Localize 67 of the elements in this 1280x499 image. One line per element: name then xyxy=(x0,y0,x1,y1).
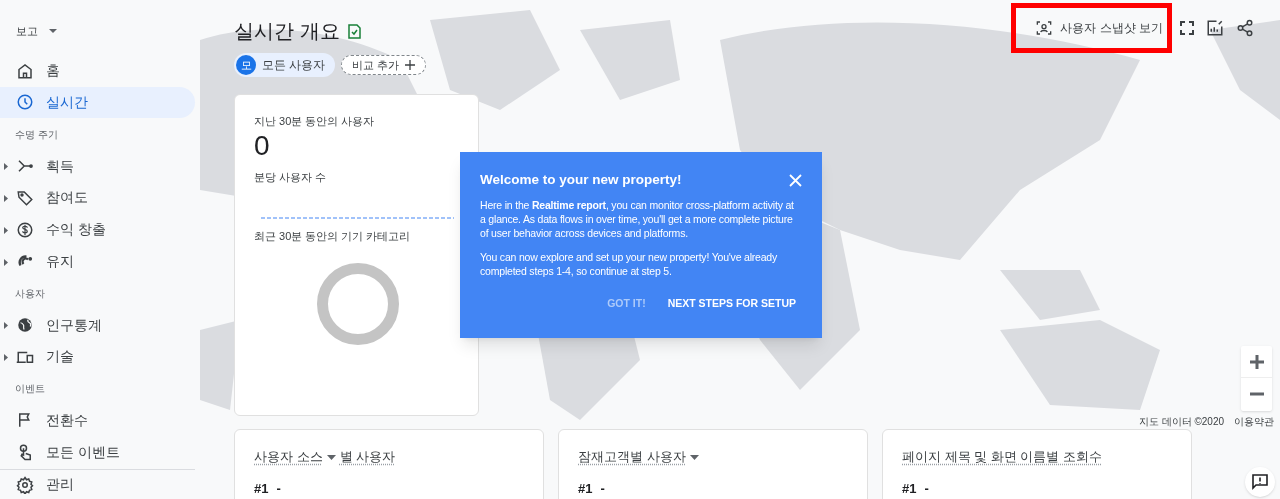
settings-icon xyxy=(16,475,34,494)
per-minute-label: 분당 사용자 수 xyxy=(254,170,328,184)
globe-icon xyxy=(16,316,34,334)
user-snapshot-button[interactable]: 사용자 스냅샷 보기 xyxy=(1034,16,1165,40)
expand-arrow-icon[interactable] xyxy=(4,258,8,266)
zoom-out-icon xyxy=(1249,392,1264,396)
feedback-button[interactable] xyxy=(1245,467,1275,497)
rank-value: - xyxy=(276,480,281,498)
add-comparison-button[interactable]: 비교 추가 xyxy=(341,55,427,75)
nav-item[interactable]: 유지 xyxy=(0,245,195,278)
card-title: 잠재고객별 사용자 xyxy=(578,449,686,465)
users-count: 0 xyxy=(254,130,271,162)
tag-icon xyxy=(16,188,34,207)
dropdown-caret-icon[interactable] xyxy=(48,27,58,34)
map-attribution: 지도 데이터 ©2020 xyxy=(1138,415,1224,429)
card-title: 페이지 제목 및 화면 이름별 조회수 xyxy=(902,449,1103,465)
expand-arrow-icon[interactable] xyxy=(4,322,8,330)
dialog-title: Welcome to your new property! xyxy=(480,171,682,189)
reports-label: 보고 xyxy=(16,23,38,39)
user-frame-icon xyxy=(1036,20,1053,36)
plus-icon xyxy=(405,60,416,70)
users-label: 지난 30분 동안의 사용자 xyxy=(254,114,376,128)
nav-item[interactable]: 전환수 xyxy=(0,404,195,437)
dropdown-caret-icon[interactable] xyxy=(326,454,336,460)
home-icon xyxy=(16,61,34,80)
segment-chip[interactable]: 모 모든 사용자 xyxy=(234,53,336,77)
dialog-paragraph: Here in the Realtime report, you can monitor cross-platform activity at a glance. As data flows in over time, you'll get a more complete picture of user behavior across devices and platforms. xyxy=(480,198,795,240)
zoom-in-icon xyxy=(1249,354,1264,369)
rank-value: - xyxy=(924,480,929,498)
nav-item[interactable]: 수익 창출 xyxy=(0,213,195,246)
device-label: 최근 30분 동안의 기기 카테고리 xyxy=(254,229,412,243)
expand-arrow-icon[interactable] xyxy=(4,163,8,171)
nav-item[interactable]: 인구통계 xyxy=(0,309,195,341)
avatar: 모 xyxy=(236,55,256,75)
section-label: 이벤트 xyxy=(15,382,45,397)
verified-doc-icon xyxy=(347,23,361,39)
next-steps-button[interactable]: NEXT STEPS FOR SETUP xyxy=(667,296,796,312)
nav-item[interactable]: 모든 이벤트 xyxy=(0,436,195,469)
expand-arrow-icon[interactable] xyxy=(4,226,8,234)
rank-label: #1 xyxy=(254,480,269,498)
nav-item[interactable]: 홈 xyxy=(0,54,195,87)
segment-label: 모든 사용자 xyxy=(262,57,326,74)
rank-value: - xyxy=(600,480,605,498)
dialog-paragraph: You can now explore and set up your new property! You've already completed steps 1-4, so continue at step 5. xyxy=(480,250,779,278)
fullscreen-icon[interactable] xyxy=(1180,21,1194,35)
nav-item[interactable]: 관리 xyxy=(0,469,195,499)
dollar-icon xyxy=(16,220,34,239)
close-icon[interactable] xyxy=(789,173,802,187)
feedback-icon xyxy=(1252,474,1268,490)
rank-label: #1 xyxy=(578,480,593,498)
card-title-suffix: 별 사용자 xyxy=(339,449,396,465)
share-icon[interactable] xyxy=(1236,19,1254,37)
page-title: 실시간 개요 xyxy=(234,19,340,44)
card-title: 사용자 소스 xyxy=(254,449,323,465)
nav-item[interactable]: 실시간 xyxy=(0,86,195,119)
clock-icon xyxy=(16,93,34,112)
dropdown-caret-icon[interactable] xyxy=(689,454,699,460)
rank-label: #1 xyxy=(902,480,917,498)
nav-item[interactable]: 획득 xyxy=(0,150,195,182)
section-label: 사용자 xyxy=(15,286,45,301)
edit-chart-icon[interactable] xyxy=(1206,19,1224,37)
nav-item[interactable]: 기술 xyxy=(0,340,195,373)
terms-link[interactable]: 이용약관 xyxy=(1234,414,1274,429)
section-label: 수명 주기 xyxy=(15,127,58,142)
expand-arrow-icon[interactable] xyxy=(4,194,8,202)
expand-arrow-icon[interactable] xyxy=(4,353,8,361)
nav-item[interactable]: 참여도 xyxy=(0,181,195,214)
